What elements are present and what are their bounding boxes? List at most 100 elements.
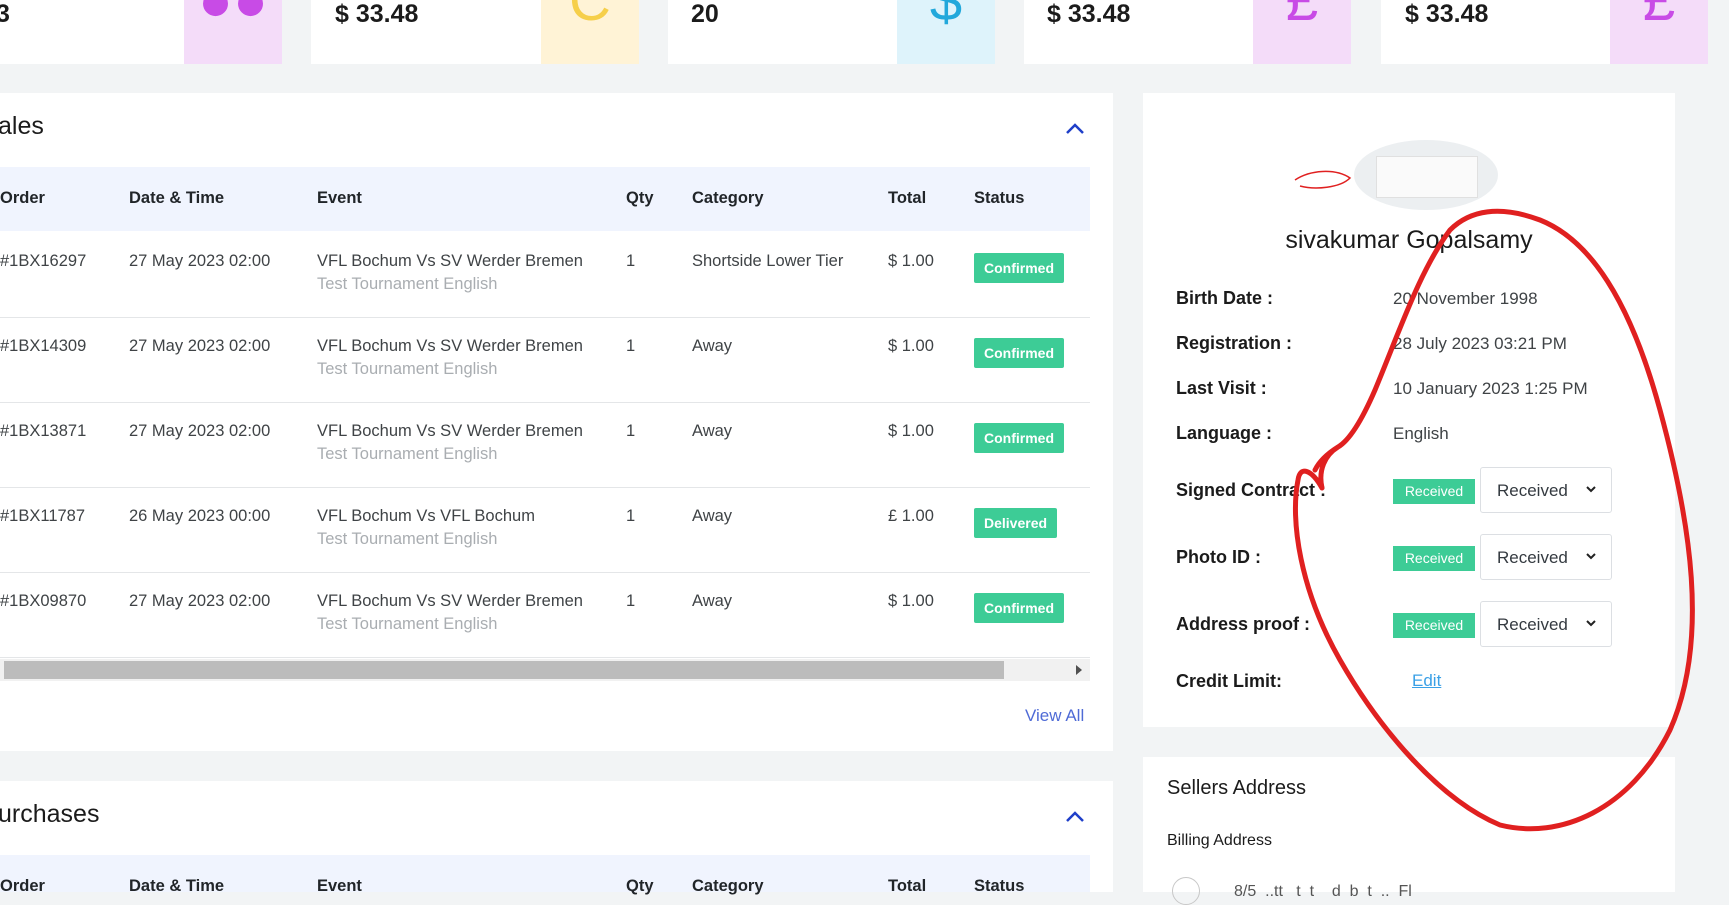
total: $ 1.00 [888,337,934,355]
view-all-link[interactable]: View All [1025,706,1084,726]
table-row[interactable]: #1BX11787 26 May 2023 00:00 VFL Bochum V… [0,487,1090,573]
status-badge: Confirmed [974,423,1064,453]
chevron-down-icon [1586,620,1596,627]
dollar-icon: $ [929,0,963,33]
order-date: 27 May 2023 02:00 [129,252,271,270]
chevron-down-icon [1586,486,1596,493]
stat-card-payout: $ 33.48 £ [1381,0,1708,64]
select-value: Received [1497,481,1568,500]
tournament-name: Test Tournament English [317,360,498,378]
pound-icon-box: £ [1253,0,1351,64]
col-order: Order [0,189,45,207]
col-date-time: Date & Time [129,189,225,207]
total: $ 1.00 [888,592,934,610]
col-event: Event [317,189,362,207]
registration-value: 28 July 2023 03:21 PM [1393,334,1567,353]
stat-card-revenue: $ 33.48 C [311,0,639,64]
last-visit-value: 10 January 2023 1:25 PM [1393,379,1588,398]
col-order: Order [0,877,45,895]
pound-icon-box: £ [1610,0,1708,64]
tournament-name: Test Tournament English [317,445,498,463]
tournament-name: Test Tournament English [317,615,498,633]
select-value: Received [1497,548,1568,567]
stat-card-count: 20 $ [668,0,995,64]
col-category: Category [692,189,764,207]
sellers-address-title: Sellers Address [1167,777,1306,799]
last-visit-label: Last Visit : [1176,378,1267,398]
signed-contract-label: Signed Contract : [1176,480,1327,500]
col-event: Event [317,877,362,895]
col-qty: Qty [626,877,654,895]
category: Away [692,422,733,440]
tournament-name: Test Tournament English [317,275,498,293]
order-id: #1BX14309 [0,337,87,355]
sales-title: ales [0,112,44,140]
pound-icon: £ [1642,0,1676,33]
col-category: Category [692,877,764,895]
stat-value: 3 [0,0,10,28]
category: Shortside Lower Tier [692,252,844,270]
birth-date-value: 20 November 1998 [1393,289,1538,308]
horizontal-scrollbar[interactable] [0,659,1090,681]
address-proof-select[interactable]: Received [1480,601,1612,647]
stat-value: $ 33.48 [335,0,419,28]
col-status: Status [974,189,1025,207]
table-row[interactable]: #1BX09870 27 May 2023 02:00 VFL Bochum V… [0,572,1090,658]
photo-id-select[interactable]: Received [1480,534,1612,580]
order-id: #1BX11787 [0,507,86,525]
event-name: VFL Bochum Vs SV Werder Bremen [317,422,583,440]
table-row[interactable]: #1BX13871 27 May 2023 02:00 VFL Bochum V… [0,402,1090,488]
signed-contract-select[interactable]: Received [1480,467,1612,513]
location-icon [1172,877,1200,905]
event-name: VFL Bochum Vs SV Werder Bremen [317,592,583,610]
edit-credit-limit-link[interactable]: Edit [1412,671,1441,691]
address-proof-label: Address proof : [1176,614,1311,634]
profile-name: sivakumar Gopalsamy [1285,226,1533,254]
signed-contract-badge: Received [1393,479,1475,504]
order-date: 26 May 2023 00:00 [129,507,271,525]
col-total: Total [888,189,927,207]
table-row[interactable]: #1BX16297 27 May 2023 02:00 VFL Bochum V… [0,232,1090,318]
language-label: Language : [1176,423,1273,443]
category: Away [692,592,733,610]
order-id: #1BX09870 [0,592,87,610]
collapse-sales-chevron-icon[interactable] [1064,122,1086,136]
purchases-title: urchases [0,800,100,828]
total: $ 1.00 [888,252,934,270]
order-id: #1BX13871 [0,422,87,440]
qty: 1 [626,507,636,525]
stat-value: 20 [691,0,719,28]
people-icon-box: ●● [184,0,282,64]
order-date: 27 May 2023 02:00 [129,592,271,610]
coin-icon-box: C [541,0,639,64]
qty: 1 [626,592,636,610]
collapse-purchases-chevron-icon[interactable] [1064,810,1086,824]
stat-value: $ 33.48 [1047,0,1131,28]
photo-id-label: Photo ID : [1176,547,1261,567]
photo-id-badge: Received [1393,546,1475,571]
order-date: 27 May 2023 02:00 [129,422,271,440]
billing-address-label: Billing Address [1167,832,1272,849]
status-badge: Confirmed [974,338,1064,368]
table-row[interactable]: #1BX14309 27 May 2023 02:00 VFL Bochum V… [0,317,1090,403]
people-icon: ●● [197,0,269,33]
scroll-right-arrow-icon[interactable] [1076,665,1082,675]
select-value: Received [1497,615,1568,634]
qty: 1 [626,252,636,270]
tournament-name: Test Tournament English [317,530,498,548]
order-date: 27 May 2023 02:00 [129,337,271,355]
birth-date-label: Birth Date : [1176,288,1274,308]
qty: 1 [626,422,636,440]
coin-icon: C [569,0,611,33]
event-name: VFL Bochum Vs SV Werder Bremen [317,252,583,270]
credit-limit-label: Credit Limit: [1176,671,1282,691]
col-qty: Qty [626,189,654,207]
scrollbar-thumb[interactable] [4,661,1004,679]
order-id: #1BX16297 [0,252,87,270]
stat-card-balance: $ 33.48 £ [1024,0,1351,64]
avatar[interactable] [1354,140,1498,210]
category: Away [692,507,733,525]
event-name: VFL Bochum Vs SV Werder Bremen [317,337,583,355]
col-total: Total [888,877,927,895]
pound-icon: £ [1285,0,1319,33]
